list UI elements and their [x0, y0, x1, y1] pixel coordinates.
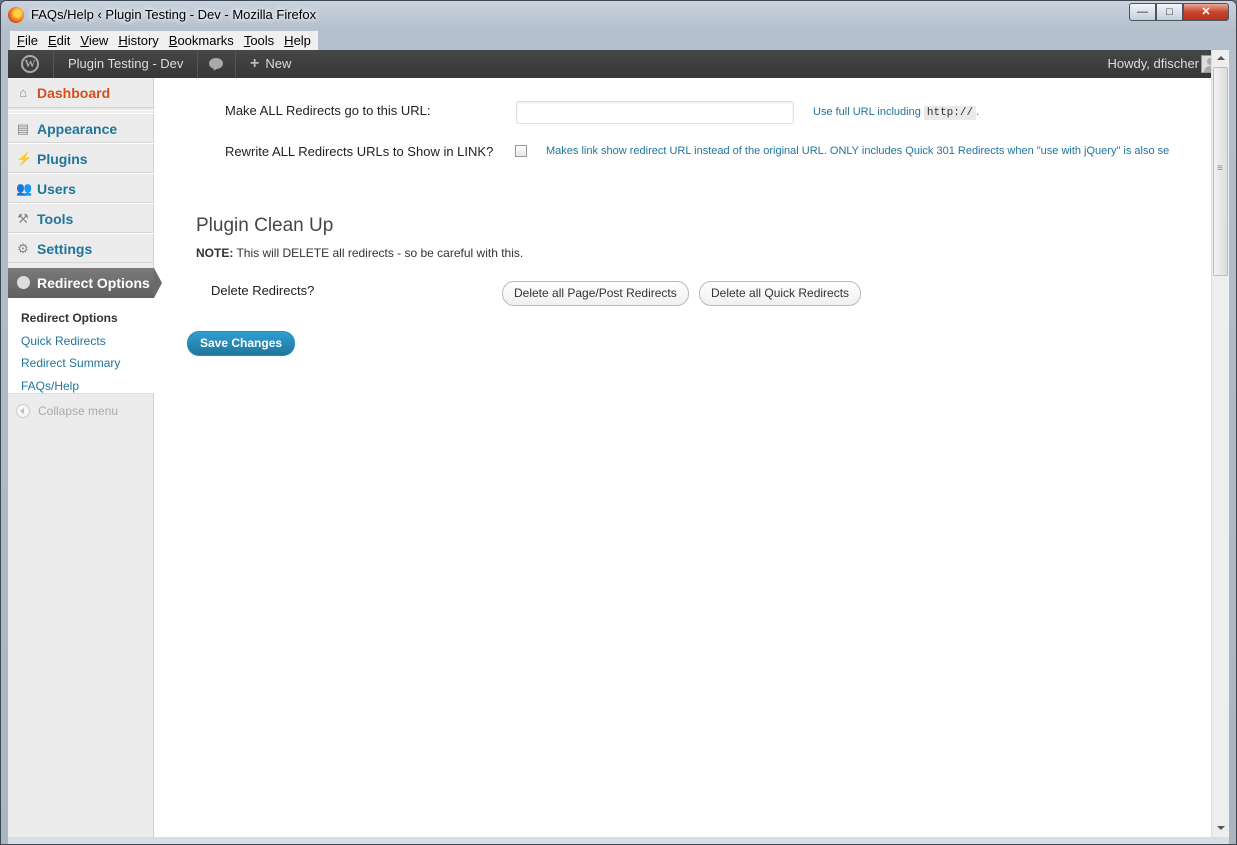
- delete-quick-redirects-button[interactable]: Delete all Quick Redirects: [699, 281, 862, 306]
- sidebar-item-label: Settings: [37, 241, 93, 257]
- vertical-scrollbar[interactable]: [1211, 50, 1229, 837]
- sidebar-item-label: Tools: [37, 211, 74, 227]
- redirect-submenu: Redirect Options Quick Redirects Redirec…: [8, 298, 154, 394]
- collapse-label: Collapse menu: [38, 404, 119, 418]
- save-changes-button[interactable]: Save Changes: [187, 331, 296, 356]
- minimize-button[interactable]: —: [1129, 3, 1156, 21]
- comments-link[interactable]: [198, 50, 236, 78]
- sidebar-item-redirect-options[interactable]: Redirect Options: [8, 268, 162, 298]
- plus-icon: +: [250, 55, 260, 72]
- page-viewport: W Plugin Testing - Dev + New Howdy, dfisc…: [8, 50, 1229, 837]
- collapse-menu-button[interactable]: Collapse menu: [16, 404, 118, 418]
- sidebar-separator: [8, 109, 154, 111]
- rewrite-label: Rewrite ALL Redirects URLs to Show in LI…: [225, 144, 494, 159]
- scroll-down-arrow-icon[interactable]: [1212, 820, 1229, 837]
- plug-icon: ⚡: [16, 151, 33, 166]
- menu-file[interactable]: File: [12, 33, 43, 48]
- delete-page-post-redirects-button[interactable]: Delete all Page/Post Redirects: [502, 281, 689, 306]
- site-name-link[interactable]: Plugin Testing - Dev: [54, 50, 199, 78]
- sidebar-item-users[interactable]: 👥 Users: [8, 173, 154, 203]
- sidebar-item-dashboard[interactable]: ⌂ Dashboard: [8, 78, 154, 108]
- note-text: This will DELETE all redirects - so be c…: [233, 246, 524, 260]
- sidebar-item-label: Users: [37, 181, 76, 197]
- firefox-icon: [8, 7, 24, 23]
- status-bar: [8, 837, 1229, 844]
- comment-bubble-icon: [209, 58, 223, 69]
- submenu-quick-redirects[interactable]: Quick Redirects: [21, 334, 106, 348]
- sidebar-item-appearance[interactable]: ▤ Appearance: [8, 113, 154, 143]
- rewrite-hint: Makes link show redirect URL instead of …: [546, 145, 1170, 157]
- appearance-icon: ▤: [16, 121, 30, 136]
- submenu-redirect-options[interactable]: Redirect Options: [21, 311, 118, 325]
- new-label: New: [265, 56, 292, 71]
- sidebar-item-label: Redirect Options: [37, 275, 150, 291]
- settings-icon: ⚙: [17, 241, 29, 256]
- sidebar-item-label: Dashboard: [37, 85, 111, 101]
- submenu-faqs-help[interactable]: FAQs/Help: [21, 379, 79, 393]
- title-bar: FAQs/Help ‹ Plugin Testing - Dev - Mozil…: [1, 1, 1236, 29]
- all-redirects-hint: Use full URL including http://.: [813, 106, 980, 120]
- sidebar-item-plugins[interactable]: ⚡ Plugins: [8, 143, 154, 173]
- menu-edit[interactable]: Edit: [43, 33, 75, 48]
- sidebar-item-settings[interactable]: ⚙ Settings: [8, 233, 154, 263]
- admin-sidebar: ⌂ Dashboard ▤ Appearance ⚡ Plugins 👥 Users ⚒…: [8, 78, 162, 837]
- scrollbar-thumb[interactable]: [1213, 67, 1228, 276]
- home-icon: ⌂: [19, 85, 27, 100]
- close-button[interactable]: ✕: [1183, 3, 1229, 21]
- all-redirects-label: Make ALL Redirects go to this URL:: [225, 103, 431, 118]
- menu-view[interactable]: View: [75, 33, 113, 48]
- wp-logo-menu[interactable]: W: [8, 50, 54, 78]
- sidebar-item-label: Plugins: [37, 151, 88, 167]
- cleanup-note: NOTE: This will DELETE all redirects - s…: [196, 246, 523, 260]
- menu-bookmarks[interactable]: Bookmarks: [164, 33, 239, 48]
- collapse-arrow-icon: [16, 404, 30, 418]
- scroll-up-arrow-icon[interactable]: [1212, 50, 1229, 67]
- wordpress-icon: W: [21, 55, 39, 73]
- users-icon: 👥: [16, 181, 33, 196]
- menu-tools[interactable]: Tools: [239, 33, 279, 48]
- sidebar-item-label: Appearance: [37, 121, 118, 137]
- hint-period: .: [976, 106, 980, 118]
- menu-help[interactable]: Help: [279, 33, 316, 48]
- menu-history[interactable]: History: [113, 33, 163, 48]
- hint-code: http://: [923, 106, 977, 120]
- redirect-icon: [17, 276, 30, 289]
- sidebar-item-tools[interactable]: ⚒ Tools: [8, 203, 154, 233]
- window-title: FAQs/Help ‹ Plugin Testing - Dev - Mozil…: [31, 7, 317, 22]
- maximize-button[interactable]: □: [1156, 3, 1183, 21]
- tools-icon: ⚒: [17, 211, 29, 226]
- hint-text: Use full URL including: [813, 106, 921, 118]
- admin-bar: W Plugin Testing - Dev + New Howdy, dfisc…: [8, 50, 1229, 78]
- new-content-link[interactable]: + New: [236, 50, 305, 78]
- menu-bar: File Edit View History Bookmarks Tools H…: [9, 30, 319, 51]
- main-content: Make ALL Redirects go to this URL: Use f…: [155, 78, 1211, 837]
- cleanup-section-title: Plugin Clean Up: [196, 215, 334, 236]
- note-bold-label: NOTE:: [196, 246, 234, 260]
- all-redirects-url-input[interactable]: [516, 101, 794, 124]
- rewrite-checkbox[interactable]: [515, 145, 527, 157]
- howdy-user-link[interactable]: Howdy, dfischer: [1107, 50, 1199, 78]
- delete-redirects-label: Delete Redirects?: [211, 283, 315, 298]
- submenu-redirect-summary[interactable]: Redirect Summary: [21, 356, 120, 370]
